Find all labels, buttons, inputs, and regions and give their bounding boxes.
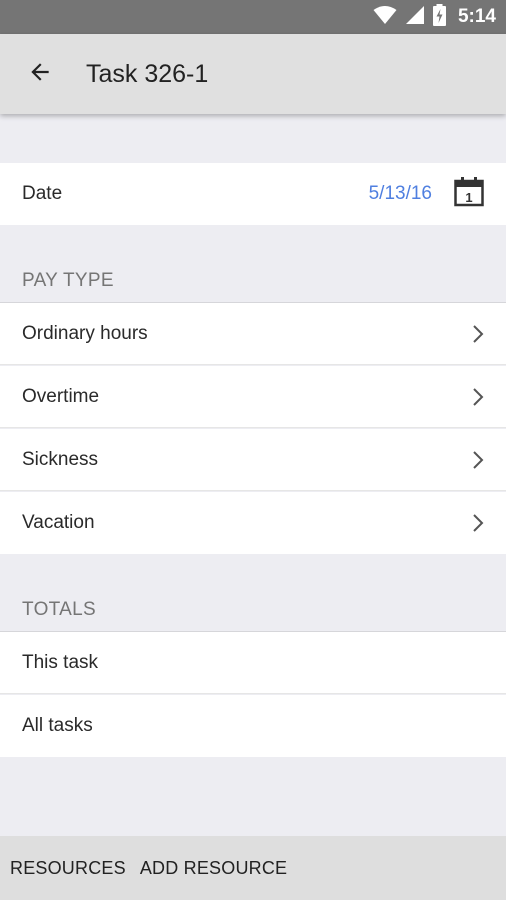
calendar-day: 1 xyxy=(465,190,472,205)
app-bar: Task 326-1 xyxy=(0,34,506,114)
pay-type-item-overtime[interactable]: Overtime xyxy=(0,366,506,428)
list-item-label: This task xyxy=(22,651,99,673)
battery-charging-icon xyxy=(432,3,446,31)
list-item-label: Sickness xyxy=(22,448,99,470)
back-button[interactable] xyxy=(16,50,64,98)
page-title: Task 326-1 xyxy=(86,59,209,88)
calendar-button[interactable]: 1 xyxy=(452,177,486,211)
status-bar: 5:14 xyxy=(0,0,506,34)
resources-button[interactable]: RESOURCES xyxy=(10,858,126,879)
chevron-right-icon xyxy=(464,446,492,474)
wifi-icon xyxy=(373,5,397,30)
pay-type-header: PAY TYPE xyxy=(22,270,114,291)
list-item-label: Overtime xyxy=(22,385,100,407)
date-row: Date 5/13/16 1 xyxy=(0,163,506,225)
bottom-action-bar: RESOURCES ADD RESOURCE xyxy=(0,836,506,900)
status-time: 5:14 xyxy=(457,6,496,27)
pay-type-item-sickness[interactable]: Sickness xyxy=(0,429,506,491)
totals-header: TOTALS xyxy=(22,599,96,620)
cell-signal-icon xyxy=(405,5,425,30)
totals-item-this-task: This task xyxy=(0,632,506,694)
chevron-right-icon xyxy=(464,383,492,411)
add-resource-button[interactable]: ADD RESOURCE xyxy=(140,858,287,879)
chevron-right-icon xyxy=(464,320,492,348)
pay-type-item-ordinary-hours[interactable]: Ordinary hours xyxy=(0,303,506,365)
arrow-left-icon xyxy=(27,59,53,90)
totals-item-all-tasks: All tasks xyxy=(0,695,506,757)
date-value[interactable]: 5/13/16 xyxy=(369,183,432,205)
list-item-label: All tasks xyxy=(22,715,93,736)
chevron-right-icon xyxy=(464,509,492,537)
calendar-icon: 1 xyxy=(453,175,485,213)
list-item-label: Vacation xyxy=(22,512,95,533)
date-label: Date xyxy=(22,183,63,204)
pay-type-item-vacation[interactable]: Vacation xyxy=(0,492,506,554)
list-item-label: Ordinary hours xyxy=(22,322,148,344)
